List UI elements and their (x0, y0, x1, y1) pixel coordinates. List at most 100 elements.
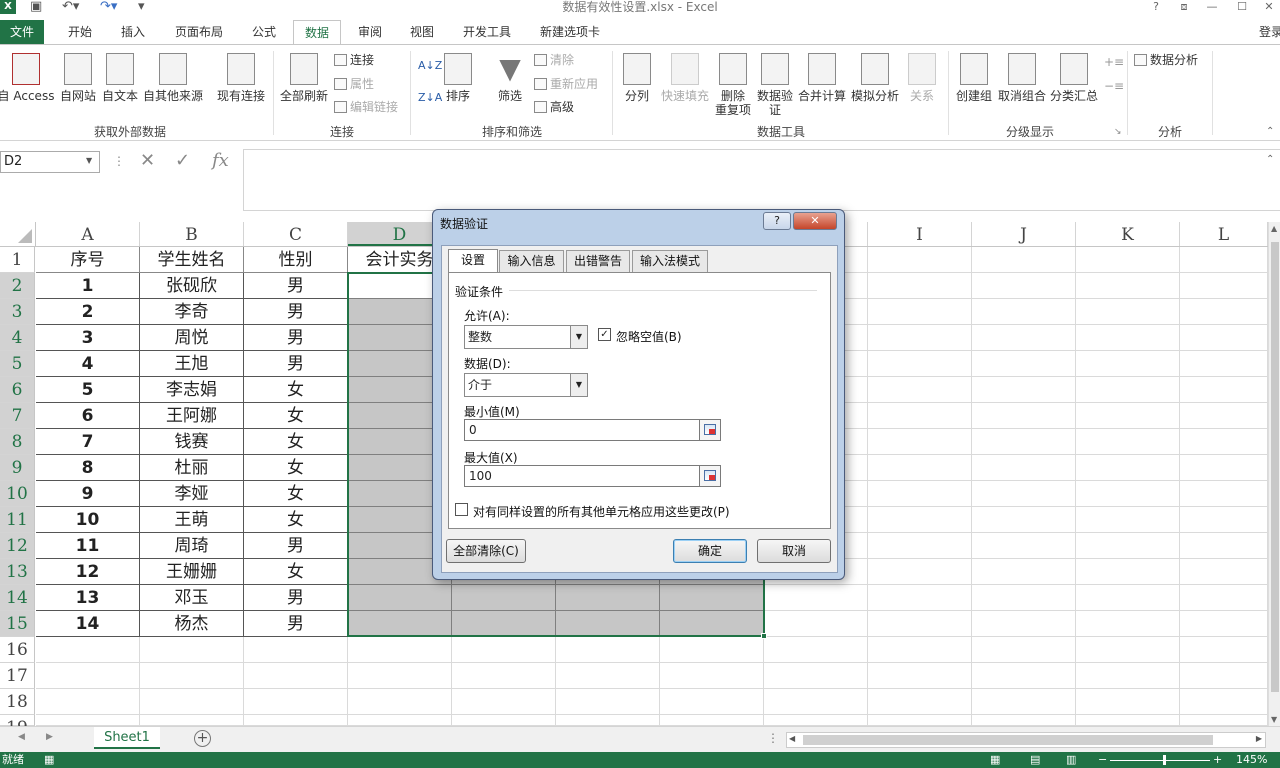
table-cell[interactable]: 王阿娜 (140, 403, 244, 429)
grid-cell[interactable] (660, 715, 764, 726)
selected-cell[interactable] (556, 585, 660, 611)
grid-cell[interactable] (972, 429, 1076, 455)
ribbon-display-icon[interactable]: ⧈ (1173, 0, 1195, 14)
zoom-slider[interactable] (1110, 760, 1210, 761)
grid-cell[interactable] (972, 533, 1076, 559)
grid-cell[interactable] (1076, 325, 1180, 351)
scroll-up-icon[interactable]: ▲ (1271, 224, 1277, 233)
hscroll-thumb[interactable] (803, 735, 1213, 745)
show-detail-icon[interactable]: +≡ (1104, 55, 1124, 69)
selected-cell[interactable] (660, 611, 764, 637)
edit-links-button[interactable]: 编辑链接 (334, 100, 398, 114)
grid-cell[interactable] (452, 715, 556, 726)
grid-cell[interactable] (764, 585, 868, 611)
table-cell[interactable]: 钱赛 (140, 429, 244, 455)
normal-view-icon[interactable]: ▦ (990, 752, 1000, 768)
grid-cell[interactable] (660, 637, 764, 663)
remove-duplicates-button[interactable]: 删除 重复项 (714, 53, 752, 117)
grid-cell[interactable] (348, 663, 452, 689)
grid-cell[interactable] (972, 273, 1076, 299)
scroll-thumb[interactable] (1271, 242, 1279, 692)
grid-cell[interactable] (868, 273, 972, 299)
grid-cell[interactable] (868, 637, 972, 663)
grid-cell[interactable] (556, 637, 660, 663)
row-header[interactable]: 2 (0, 273, 35, 299)
table-cell[interactable]: 4 (36, 351, 140, 377)
grid-cell[interactable] (868, 507, 972, 533)
selected-cell[interactable] (452, 585, 556, 611)
row-header[interactable]: 3 (0, 299, 35, 325)
max-range-select-icon[interactable] (699, 465, 721, 487)
relationships-button[interactable]: 关系 (904, 53, 940, 103)
flash-fill-button[interactable]: 快速填充 (658, 53, 712, 103)
help-button[interactable]: ? (1145, 0, 1167, 14)
table-cell[interactable]: 11 (36, 533, 140, 559)
grid-cell[interactable] (868, 351, 972, 377)
properties-button[interactable]: 属性 (334, 77, 374, 91)
grid-cell[interactable] (1076, 715, 1180, 726)
table-cell[interactable]: 5 (36, 377, 140, 403)
subtotal-button[interactable]: 分类汇总 (1048, 53, 1100, 103)
grid-cell[interactable] (1076, 689, 1180, 715)
grid-cell[interactable] (1076, 507, 1180, 533)
grid-cell[interactable] (556, 689, 660, 715)
selected-cell[interactable] (452, 611, 556, 637)
grid-cell[interactable] (1180, 299, 1268, 325)
table-cell[interactable]: 男 (244, 299, 348, 325)
refresh-all-button[interactable]: 全部刷新 (276, 53, 332, 103)
grid-cell[interactable] (868, 377, 972, 403)
grid-cell[interactable] (1076, 533, 1180, 559)
grid-cell[interactable] (1076, 247, 1180, 273)
grid-cell[interactable] (140, 637, 244, 663)
selected-cell[interactable] (660, 585, 764, 611)
page-break-view-icon[interactable]: ▥ (1066, 752, 1076, 768)
grid-cell[interactable] (868, 611, 972, 637)
zoom-level[interactable]: 145% (1236, 752, 1267, 768)
scroll-down-icon[interactable]: ▼ (1271, 715, 1277, 724)
enter-formula-button[interactable]: ✓ (175, 150, 190, 172)
column-header-c[interactable]: C (244, 222, 348, 246)
row-header[interactable]: 11 (0, 507, 35, 533)
table-cell[interactable]: 9 (36, 481, 140, 507)
grid-cell[interactable] (348, 637, 452, 663)
grid-cell[interactable] (868, 455, 972, 481)
selected-cell[interactable] (348, 611, 452, 637)
data-analysis-button[interactable]: 数据分析 (1134, 53, 1198, 67)
grid-cell[interactable] (1076, 585, 1180, 611)
max-value-input[interactable]: 100 (464, 465, 700, 487)
grid-cell[interactable] (140, 689, 244, 715)
row-header[interactable]: 17 (0, 663, 35, 689)
grid-cell[interactable] (1076, 403, 1180, 429)
formula-input[interactable] (243, 149, 1280, 211)
chevron-down-icon[interactable]: ▼ (570, 326, 587, 348)
table-header-cell[interactable]: 学生姓名 (140, 247, 244, 273)
what-if-button[interactable]: 模拟分析 (850, 53, 900, 103)
row-header[interactable]: 19 (0, 715, 35, 738)
grid-cell[interactable] (1076, 273, 1180, 299)
grid-cell[interactable] (1076, 481, 1180, 507)
table-cell[interactable]: 2 (36, 299, 140, 325)
table-cell[interactable]: 男 (244, 585, 348, 611)
grid-cell[interactable] (244, 689, 348, 715)
tab-ime-mode[interactable]: 输入法模式 (632, 250, 708, 272)
next-sheet-icon[interactable]: ▶ (46, 732, 53, 742)
grid-cell[interactable] (556, 715, 660, 726)
row-header[interactable]: 6 (0, 377, 35, 403)
grid-cell[interactable] (1180, 715, 1268, 726)
page-layout-view-icon[interactable]: ▤ (1030, 752, 1040, 768)
table-cell[interactable]: 周悦 (140, 325, 244, 351)
existing-connections-button[interactable]: 现有连接 (214, 53, 268, 103)
grid-cell[interactable] (1180, 585, 1268, 611)
minimize-icon[interactable]: — (1201, 0, 1223, 14)
row-header[interactable]: 7 (0, 403, 35, 429)
grid-cell[interactable] (868, 299, 972, 325)
grid-cell[interactable] (972, 611, 1076, 637)
tab-file[interactable]: 文件 (0, 20, 44, 45)
grid-cell[interactable] (1180, 611, 1268, 637)
column-header-b[interactable]: B (140, 222, 244, 246)
sort-button[interactable]: 排序 (440, 53, 476, 103)
table-header-cell[interactable]: 性别 (244, 247, 348, 273)
grid-cell[interactable] (972, 663, 1076, 689)
table-cell[interactable]: 男 (244, 611, 348, 637)
grid-cell[interactable] (972, 403, 1076, 429)
